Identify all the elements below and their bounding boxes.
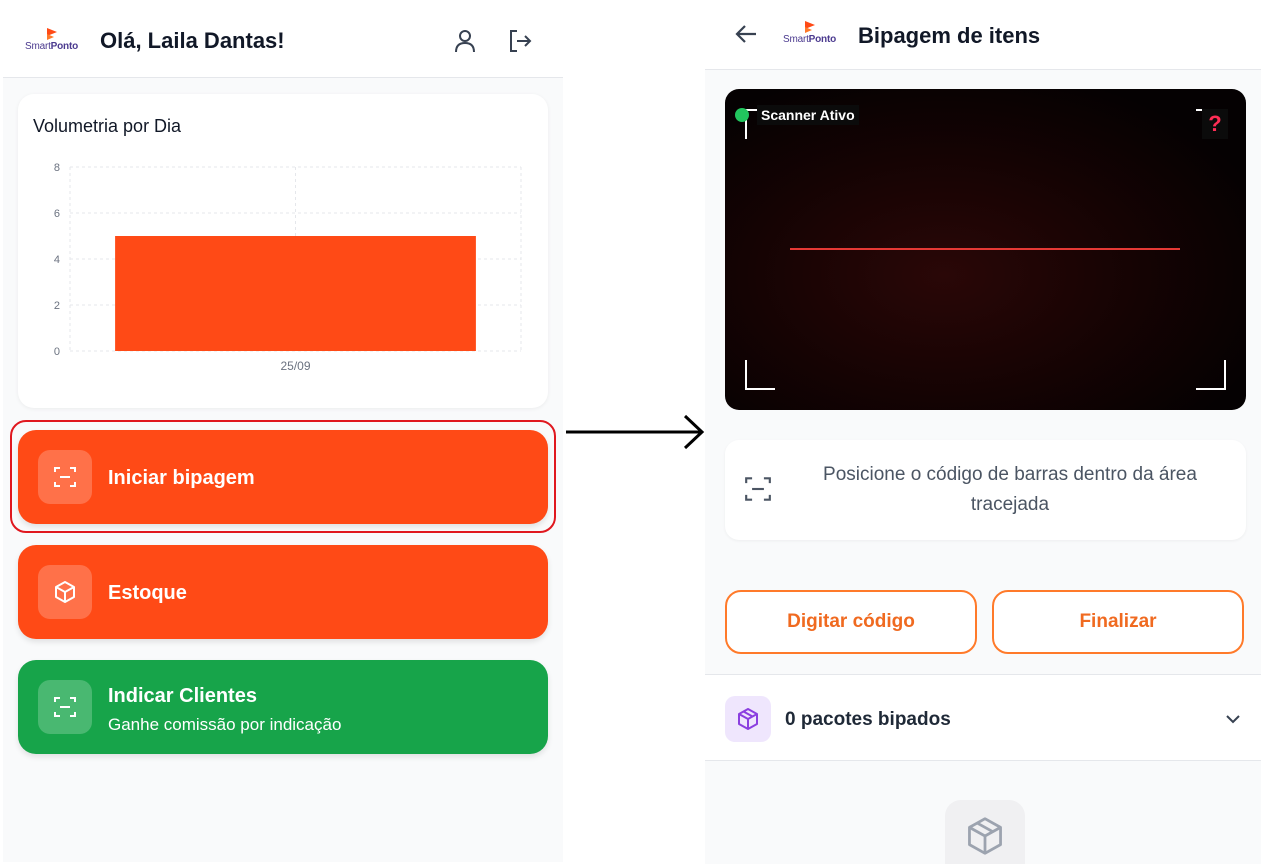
chevron-down-icon	[1226, 715, 1240, 724]
start-scanning-label: Iniciar bipagem	[108, 467, 255, 489]
logo-text-ponto: Ponto	[808, 34, 837, 45]
start-scanning-button[interactable]: Iniciar bipagem	[18, 430, 548, 524]
stock-label: Estoque	[108, 582, 187, 604]
scan-icon	[54, 467, 76, 487]
refer-clients-label: Indicar Clientes	[108, 685, 257, 707]
scanner-status: Scanner Ativo	[735, 105, 859, 125]
package-icon-box	[725, 696, 771, 742]
scanned-packages-toggle[interactable]: 0 pacotes bipados	[705, 674, 1261, 761]
refer-icon-box	[38, 680, 92, 734]
volume-chart-card: Volumetria por Dia 0 2 4 6 8 25/09	[18, 94, 548, 408]
logo-mark-icon	[804, 21, 815, 33]
hint-card: Posicione o código de barras dentro da á…	[725, 440, 1246, 540]
frame-corner-bottom-right	[1196, 360, 1226, 390]
scan-icon-box	[38, 450, 92, 504]
logout-icon[interactable]	[507, 28, 533, 54]
logo-mark-icon	[46, 28, 57, 40]
logo-text-ponto: Ponto	[50, 41, 79, 52]
y-tick-label: 6	[54, 208, 60, 220]
scanning-screen: SmartPonto Bipagem de itens Scanner Ativ…	[705, 0, 1261, 864]
package-icon	[738, 708, 758, 730]
bar	[115, 236, 476, 351]
frame-corner-bottom-left	[745, 360, 775, 390]
manual-code-button[interactable]: Digitar código	[725, 590, 977, 654]
logo-text-smart: Smart	[25, 41, 51, 52]
user-icon[interactable]	[452, 28, 478, 54]
refer-clients-subtitle: Ganhe comissão por indicação	[108, 715, 342, 734]
smartponto-logo: SmartPonto	[783, 20, 836, 45]
scan-icon	[745, 477, 771, 501]
box-icon-box	[38, 565, 92, 619]
status-dot-icon	[735, 108, 749, 122]
y-tick-label: 8	[54, 162, 60, 174]
smartponto-logo: SmartPonto	[25, 27, 78, 52]
scan-line	[790, 248, 1180, 250]
home-screen: SmartPonto Olá, Laila Dantas! Volumetria…	[3, 0, 563, 862]
empty-state-icon-box	[945, 800, 1025, 864]
greeting-title: Olá, Laila Dantas!	[100, 28, 285, 53]
empty-package-icon	[968, 817, 1002, 855]
y-tick-label: 2	[54, 300, 60, 312]
home-header: SmartPonto Olá, Laila Dantas!	[3, 0, 563, 78]
scanning-header: SmartPonto Bipagem de itens	[705, 0, 1261, 70]
help-button[interactable]: ?	[1202, 109, 1228, 139]
comparison-canvas: SmartPonto Olá, Laila Dantas! Volumetria…	[0, 0, 1261, 864]
hint-text: Posicione o código de barras dentro da á…	[823, 464, 1197, 515]
refer-clients-button[interactable]: Indicar Clientes Ganhe comissão por indi…	[18, 660, 548, 754]
volume-bar-chart: 0 2 4 6 8 25/09	[54, 162, 522, 373]
arrow-left-icon[interactable]	[734, 22, 758, 46]
x-tick-label: 25/09	[280, 359, 310, 373]
transition-arrow-icon	[566, 414, 705, 450]
scanner-status-text: Scanner Ativo	[757, 105, 859, 125]
box-icon	[55, 581, 75, 603]
scanned-packages-count: 0 pacotes bipados	[785, 709, 951, 730]
scan-icon	[54, 697, 76, 717]
camera-scanner-view[interactable]: Scanner Ativo ?	[725, 89, 1246, 410]
y-tick-label: 4	[54, 254, 60, 266]
stock-button[interactable]: Estoque	[18, 545, 548, 639]
finish-button[interactable]: Finalizar	[992, 590, 1244, 654]
y-tick-label: 0	[54, 346, 60, 358]
page-title: Bipagem de itens	[858, 23, 1041, 48]
logo-text-smart: Smart	[783, 34, 809, 45]
